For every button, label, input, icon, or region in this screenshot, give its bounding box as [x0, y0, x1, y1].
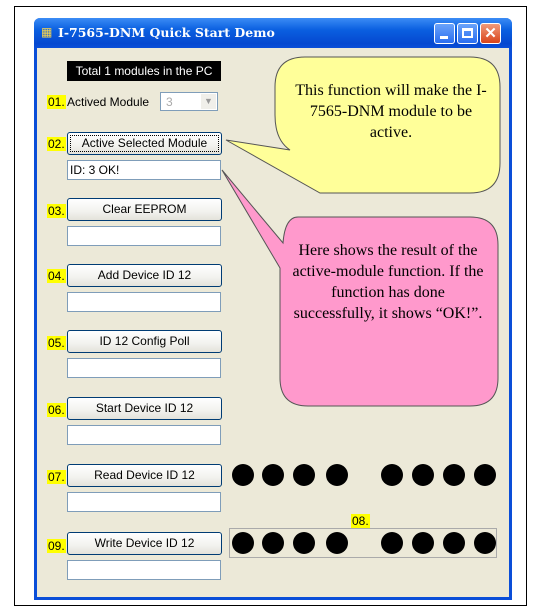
pink-callout-text: Here shows the result of the active-modu…	[292, 242, 484, 322]
yellow-callout-text: This function will make the I-7565-DNM m…	[295, 82, 487, 141]
